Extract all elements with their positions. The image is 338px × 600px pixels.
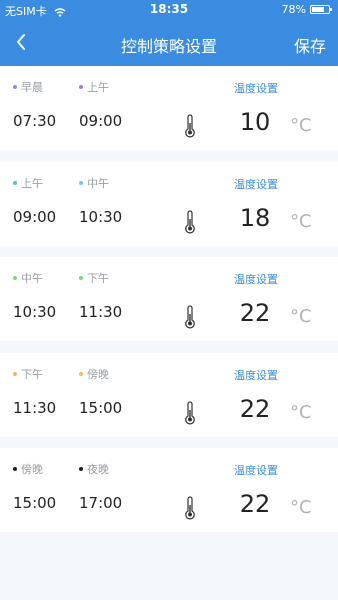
- start-time[interactable]: 15:00: [13, 494, 56, 512]
- start-period-text: 上午: [21, 177, 43, 190]
- temperature-unit: °C: [290, 115, 312, 136]
- temperature-value[interactable]: 22: [234, 299, 276, 327]
- temperature-value[interactable]: 22: [234, 395, 276, 423]
- start-period-label: 傍晚: [13, 461, 43, 477]
- temperature-unit: °C: [290, 402, 312, 423]
- start-period-label: 早晨: [13, 79, 43, 95]
- period-dot-icon: [13, 372, 17, 376]
- temperature-unit: °C: [290, 497, 312, 518]
- temperature-setting-link[interactable]: 温度设置: [234, 462, 278, 478]
- start-period-label: 中午: [13, 270, 43, 286]
- end-time[interactable]: 10:30: [79, 208, 122, 226]
- period-dot-icon: [79, 467, 83, 471]
- thermometer-icon: [185, 401, 195, 425]
- battery-status: 78%: [281, 3, 332, 16]
- end-period-label: 上午: [79, 79, 109, 95]
- save-button[interactable]: 保存: [294, 33, 326, 57]
- end-period-label: 中午: [79, 175, 109, 191]
- end-period-label: 下午: [79, 270, 109, 286]
- start-period-text: 傍晚: [21, 463, 43, 476]
- temperature-value[interactable]: 18: [234, 204, 276, 232]
- start-period-text: 中午: [21, 272, 43, 285]
- start-time[interactable]: 10:30: [13, 303, 56, 321]
- end-time[interactable]: 11:30: [79, 303, 122, 321]
- start-time[interactable]: 11:30: [13, 399, 56, 417]
- start-period-label: 下午: [13, 366, 43, 382]
- schedule-card[interactable]: 傍晚 夜晚 15:00 17:00 温度设置 22 °C: [0, 448, 338, 532]
- nav-bar: 控制策略设置 保存: [0, 20, 338, 66]
- end-period-label: 夜晚: [79, 461, 109, 477]
- thermometer-icon: [185, 210, 195, 234]
- schedule-card[interactable]: 上午 中午 09:00 10:30 温度设置 18 °C: [0, 162, 338, 246]
- start-period-label: 上午: [13, 175, 43, 191]
- period-dot-icon: [79, 372, 83, 376]
- thermometer-icon: [185, 114, 195, 138]
- end-period-label: 傍晚: [79, 366, 109, 382]
- schedule-card[interactable]: 下午 傍晚 11:30 15:00 温度设置 22 °C: [0, 353, 338, 437]
- temperature-unit: °C: [290, 211, 312, 232]
- end-period-text: 傍晚: [87, 368, 109, 381]
- schedule-card[interactable]: 中午 下午 10:30 11:30 温度设置 22 °C: [0, 257, 338, 341]
- thermometer-icon: [185, 496, 195, 520]
- page-title: 控制策略设置: [120, 37, 217, 56]
- start-time[interactable]: 07:30: [13, 112, 56, 130]
- temperature-setting-link[interactable]: 温度设置: [234, 80, 278, 96]
- period-dot-icon: [79, 181, 83, 185]
- thermometer-icon: [185, 305, 195, 329]
- temperature-value[interactable]: 10: [234, 108, 276, 136]
- period-dot-icon: [79, 85, 83, 89]
- end-time[interactable]: 17:00: [79, 494, 122, 512]
- status-bar: 无SIM卡 18:35 78%: [0, 0, 338, 20]
- schedule-card[interactable]: 早晨 上午 07:30 09:00 温度设置 10 °C: [0, 66, 338, 150]
- temperature-unit: °C: [290, 306, 312, 327]
- start-period-text: 早晨: [21, 81, 43, 94]
- end-period-text: 上午: [87, 81, 109, 94]
- temperature-setting-link[interactable]: 温度设置: [234, 367, 278, 383]
- end-time[interactable]: 15:00: [79, 399, 122, 417]
- end-period-text: 下午: [87, 272, 109, 285]
- start-time[interactable]: 09:00: [13, 208, 56, 226]
- end-time[interactable]: 09:00: [79, 112, 122, 130]
- temperature-setting-link[interactable]: 温度设置: [234, 176, 278, 192]
- period-dot-icon: [79, 276, 83, 280]
- period-dot-icon: [13, 276, 17, 280]
- end-period-text: 中午: [87, 177, 109, 190]
- period-dot-icon: [13, 85, 17, 89]
- temperature-value[interactable]: 22: [234, 490, 276, 518]
- temperature-setting-link[interactable]: 温度设置: [234, 271, 278, 287]
- period-dot-icon: [13, 181, 17, 185]
- battery-percent: 78%: [281, 3, 306, 16]
- end-period-text: 夜晚: [87, 463, 109, 476]
- period-dot-icon: [13, 467, 17, 471]
- start-period-text: 下午: [21, 368, 43, 381]
- battery-icon: [310, 5, 332, 14]
